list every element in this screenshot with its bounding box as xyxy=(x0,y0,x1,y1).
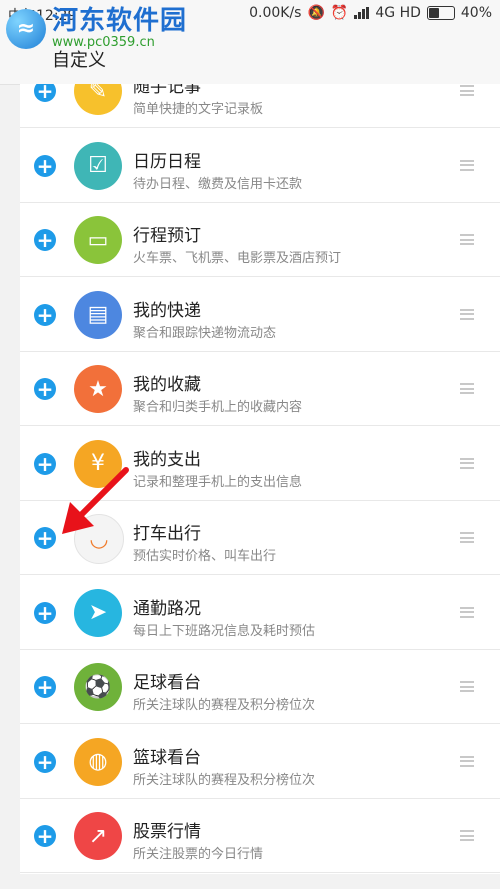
item-name: 足球看台 xyxy=(133,673,201,693)
list-item: + ▤ 我的快递聚合和跟踪快递物流动态 xyxy=(20,278,500,352)
watermark-url: www.pc0359.cn xyxy=(52,35,155,50)
list-item: + ⚽ 足球看台所关注球队的赛程及积分榜位次 xyxy=(20,650,500,724)
mute-icon: 🔕 xyxy=(307,5,325,21)
add-button[interactable]: + xyxy=(34,676,56,698)
item-description: 聚合和归类手机上的收藏内容 xyxy=(133,400,303,415)
add-button[interactable]: + xyxy=(34,303,56,326)
watermark: ≈ 河东软件园 www.pc0359.cn xyxy=(6,8,187,49)
navigation-icon: ➤ xyxy=(74,588,122,637)
item-description: 所关注球队的赛程及积分榜位次 xyxy=(133,698,316,713)
star-icon: ★ xyxy=(74,365,122,413)
battery-level: 40% xyxy=(460,5,492,21)
add-button[interactable]: + xyxy=(34,154,56,177)
list-item: + ▭ 行程预订火车票、飞机票、电影票及酒店预订 xyxy=(20,203,500,277)
item-name: 我的快递 xyxy=(133,300,201,321)
ticket-icon: ▭ xyxy=(74,216,122,264)
item-description: 简单快捷的文字记录板 xyxy=(133,102,264,117)
item-name: 日历日程 xyxy=(133,151,201,172)
item-name: 篮球看台 xyxy=(133,747,201,768)
item-name: 通勤路况 xyxy=(133,598,201,619)
item-description: 所关注球队的赛程及积分榜位次 xyxy=(133,772,316,788)
drag-handle-icon[interactable] xyxy=(460,234,474,245)
item-description: 待办日程、缴费及信用卡还款 xyxy=(133,176,303,192)
stock-trend-icon: ↗ xyxy=(74,812,122,860)
list-item: + ★ 我的收藏聚合和归类手机上的收藏内容 xyxy=(20,352,500,426)
package-icon: ▤ xyxy=(74,290,122,339)
drag-handle-icon[interactable] xyxy=(460,85,474,96)
item-name: 随手记事 xyxy=(133,84,201,97)
add-button[interactable]: + xyxy=(34,452,56,475)
drag-handle-icon[interactable] xyxy=(460,755,474,767)
item-name: 行程预订 xyxy=(133,226,201,246)
watermark-logo-icon: ≈ xyxy=(6,8,46,49)
alarm-icon: ⏰ xyxy=(330,5,349,21)
item-description: 预估实时价格、叫车出行 xyxy=(133,549,277,564)
drag-handle-icon[interactable] xyxy=(460,830,474,841)
list-item: + ➤ 通勤路况每日上下班路况信息及耗时预估 xyxy=(20,576,500,650)
list-item: + ☑ 日历日程待办日程、缴费及信用卡还款 xyxy=(20,129,500,203)
item-description: 所关注股票的今日行情 xyxy=(133,847,264,862)
item-name: 我的支出 xyxy=(133,449,201,470)
item-name: 我的收藏 xyxy=(133,375,201,395)
add-button[interactable]: + xyxy=(34,825,56,847)
drag-handle-icon[interactable] xyxy=(460,532,474,543)
add-button[interactable]: + xyxy=(34,750,56,773)
pencil-icon: ✎ xyxy=(74,84,122,115)
list-item: + ◍ 篮球看台所关注球队的赛程及积分榜位次 xyxy=(20,725,500,799)
status-right: 0.00K/s 🔕 ⏰ 4G HD 40% xyxy=(249,5,492,21)
soccer-ball-icon: ⚽ xyxy=(74,663,122,711)
item-name: 打车出行 xyxy=(133,524,201,544)
calendar-check-icon: ☑ xyxy=(74,141,122,190)
drag-handle-icon[interactable] xyxy=(460,159,474,171)
item-description: 记录和整理手机上的支出信息 xyxy=(133,474,303,490)
item-description: 聚合和跟踪快递物流动态 xyxy=(133,325,277,341)
battery-icon xyxy=(426,6,455,20)
drag-handle-icon[interactable] xyxy=(460,681,474,692)
item-description: 火车票、飞机票、电影票及酒店预订 xyxy=(133,251,342,266)
annotation-arrow-icon xyxy=(62,467,129,534)
add-button[interactable]: + xyxy=(34,527,56,549)
drag-handle-icon[interactable] xyxy=(460,457,474,469)
signal-icon xyxy=(354,7,370,19)
divider xyxy=(20,872,500,873)
network-type: 4G HD xyxy=(375,5,421,21)
network-speed: 0.00K/s xyxy=(249,5,302,21)
add-button[interactable]: + xyxy=(34,601,56,624)
list-item: + ↗ 股票行情所关注股票的今日行情 xyxy=(20,799,500,873)
add-button[interactable]: + xyxy=(34,84,56,102)
drag-handle-icon[interactable] xyxy=(460,606,474,618)
basketball-icon: ◍ xyxy=(74,737,122,786)
add-button[interactable]: + xyxy=(34,229,56,251)
item-description: 每日上下班路况信息及耗时预估 xyxy=(133,623,316,639)
drag-handle-icon[interactable] xyxy=(460,308,474,320)
item-name: 股票行情 xyxy=(133,822,201,842)
drag-handle-icon[interactable] xyxy=(460,383,474,394)
add-button[interactable]: + xyxy=(34,378,56,400)
watermark-name: 河东软件园 xyxy=(52,6,188,36)
list-item: + ✎ 随手记事简单快捷的文字记录板 xyxy=(20,84,500,128)
